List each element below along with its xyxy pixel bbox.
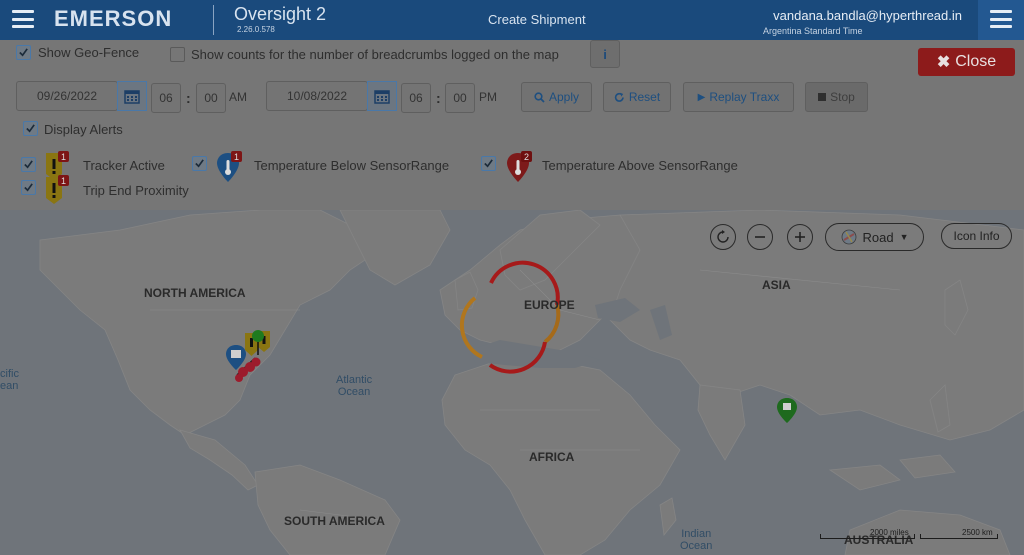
map-label-asia: ASIA — [762, 278, 791, 292]
close-icon: ✖ — [936, 54, 951, 71]
scale-bar-km — [920, 534, 998, 539]
app-version: 2.26.0.578 — [237, 25, 275, 34]
map-label-indian-ocean: Indian Ocean — [680, 528, 713, 552]
settings-menu-button[interactable] — [978, 0, 1024, 40]
time-separator: : — [436, 90, 441, 106]
trip-end-proximity-icon: 1 — [46, 175, 69, 204]
checkmark-icon — [26, 124, 35, 133]
replay-traxx-button-label: Replay Traxx — [709, 90, 780, 104]
reset-button[interactable]: Reset — [603, 82, 671, 112]
end-minute-input[interactable]: 00 — [445, 83, 475, 113]
end-calendar-button[interactable] — [367, 81, 397, 111]
search-icon — [534, 91, 545, 103]
world-map — [0, 210, 1024, 555]
play-icon: ▶ — [697, 91, 706, 103]
end-hour-input[interactable]: 06 — [401, 83, 431, 113]
app-title: Oversight 2 — [234, 4, 327, 24]
brand-logo: EMERSON — [54, 6, 173, 31]
temperature-below-checkbox[interactable] — [192, 156, 207, 171]
start-minute-input[interactable]: 00 — [196, 83, 226, 113]
trip-end-proximity-checkbox[interactable] — [21, 180, 36, 195]
show-counts-label: Show counts for the number of breadcrumb… — [191, 47, 559, 62]
brand-divider — [213, 5, 214, 35]
start-ampm: AM — [229, 90, 247, 104]
checkmark-icon — [195, 159, 204, 168]
zoom-out-button[interactable] — [747, 224, 773, 250]
close-button-label: Close — [955, 53, 997, 70]
trip-end-proximity-label: Trip End Proximity — [83, 183, 189, 198]
icon-info-button[interactable]: Icon Info — [941, 223, 1012, 249]
start-date-input[interactable]: 09/26/2022 — [16, 81, 118, 111]
scale-bar-miles — [820, 534, 915, 539]
map-view[interactable]: NORTH AMERICA EUROPE ASIA AFRICA SOUTH A… — [0, 210, 1024, 555]
plus-icon — [795, 232, 805, 242]
tracker-active-checkbox[interactable] — [21, 157, 36, 172]
minus-icon — [755, 236, 765, 238]
map-label-europe: EUROPE — [524, 298, 575, 312]
caret-down-icon: ▼ — [899, 232, 909, 242]
stop-icon — [818, 93, 827, 101]
filter-panel: Show Geo-Fence Show counts for the numbe… — [0, 40, 1024, 210]
menu-icon[interactable] — [12, 10, 34, 28]
apply-button[interactable]: Apply — [521, 82, 592, 112]
menu-icon — [990, 10, 1012, 28]
temperature-above-icon: 2 — [507, 151, 532, 182]
end-ampm: PM — [479, 90, 497, 104]
app-header: EMERSON Oversight 2 2.26.0.578 Create Sh… — [0, 0, 1024, 40]
user-email[interactable]: vandana.bandla@hyperthread.in — [773, 8, 962, 23]
temperature-below-label: Temperature Below SensorRange — [254, 158, 450, 173]
zoom-in-button[interactable] — [787, 224, 813, 250]
temperature-above-checkbox[interactable] — [481, 156, 496, 171]
checkmark-icon — [19, 48, 28, 57]
replay-traxx-button[interactable]: ▶ Replay Traxx — [683, 82, 794, 112]
info-button[interactable]: i — [590, 40, 620, 68]
calendar-icon — [124, 89, 140, 104]
map-label-africa: AFRICA — [529, 450, 575, 464]
checkmark-icon — [24, 160, 33, 169]
start-calendar-button[interactable] — [117, 81, 147, 111]
temperature-above-label: Temperature Above SensorRange — [542, 158, 738, 173]
alert-badge: 1 — [61, 152, 66, 162]
rotate-map-button[interactable] — [710, 224, 736, 250]
calendar-icon — [374, 89, 390, 104]
map-style-label: Road — [862, 229, 894, 245]
display-alerts-label: Display Alerts — [44, 122, 123, 137]
tracker-active-label: Tracker Active — [83, 158, 165, 173]
alert-badge: 1 — [61, 176, 66, 186]
end-date-input[interactable]: 10/08/2022 — [266, 81, 368, 111]
reset-button-label: Reset — [628, 90, 661, 104]
checkmark-icon — [484, 159, 493, 168]
checkmark-icon — [24, 183, 33, 192]
user-timezone: Argentina Standard Time — [763, 26, 863, 36]
info-icon: i — [603, 46, 607, 62]
apply-button-label: Apply — [548, 90, 580, 104]
create-shipment-link[interactable]: Create Shipment — [488, 12, 586, 27]
start-hour-input[interactable]: 06 — [151, 83, 181, 113]
alert-badge: 1 — [234, 152, 239, 162]
icon-info-label: Icon Info — [953, 229, 1000, 243]
time-separator: : — [186, 90, 191, 106]
show-counts-checkbox[interactable] — [170, 47, 185, 62]
alert-badge: 2 — [524, 152, 529, 162]
map-label-pacific-ocean: cific ean — [0, 368, 19, 392]
map-label-atlantic-ocean: Atlantic Ocean — [336, 374, 373, 398]
stop-button[interactable]: Stop — [805, 82, 868, 112]
map-style-dropdown[interactable]: Road ▼ — [825, 223, 924, 251]
temperature-below-icon: 1 — [217, 151, 242, 182]
close-button[interactable]: ✖ Close — [918, 48, 1015, 76]
stop-button-label: Stop — [830, 90, 855, 104]
refresh-icon — [614, 92, 624, 102]
rotate-icon — [717, 230, 729, 243]
show-geofence-label: Show Geo-Fence — [38, 45, 140, 60]
map-label-north-america: NORTH AMERICA — [144, 286, 246, 300]
road-map-icon — [841, 229, 856, 245]
display-alerts-checkbox[interactable] — [23, 121, 38, 136]
map-label-south-america: SOUTH AMERICA — [284, 514, 385, 528]
show-geofence-checkbox[interactable] — [16, 45, 31, 60]
